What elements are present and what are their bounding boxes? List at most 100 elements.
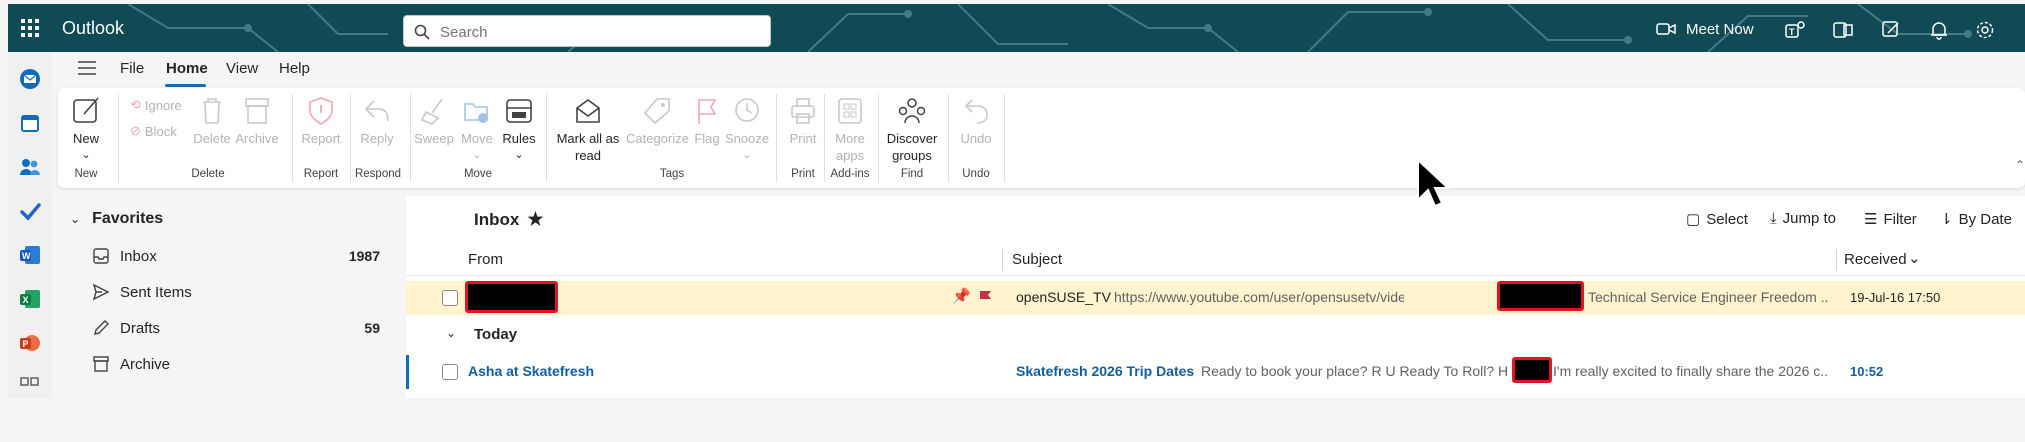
column-subject[interactable]: Subject — [1012, 251, 1062, 268]
folder-drafts[interactable]: Drafts 59 — [92, 315, 392, 341]
tab-view[interactable]: View — [226, 60, 258, 77]
people-icon[interactable] — [19, 156, 41, 178]
discover-groups-button[interactable]: Discover groups — [882, 96, 942, 164]
chevron-down-icon: ⌄ — [81, 149, 91, 161]
teams-icon[interactable]: T — [1784, 19, 1806, 41]
column-received[interactable]: Received — [1844, 251, 1907, 268]
app-name[interactable]: Outlook — [62, 18, 124, 39]
group-tags: Tags — [659, 168, 685, 180]
svg-text:W: W — [22, 251, 31, 261]
ignore-label: Ignore — [144, 97, 182, 113]
tab-help[interactable]: Help — [279, 60, 310, 77]
compose-icon — [73, 97, 99, 123]
filter-button[interactable]: ☰ Filter — [1864, 210, 1917, 229]
divider — [948, 94, 949, 182]
waffle-icon[interactable] — [20, 18, 40, 38]
message-row-pinned[interactable]: 📌 openSUSE_TV https://www.youtube.com/us… — [406, 281, 2025, 315]
search-box[interactable] — [403, 15, 771, 47]
today-label: Today — [474, 326, 518, 343]
group-undo: Undo — [962, 168, 990, 180]
pin-icon[interactable]: 📌 — [952, 287, 971, 305]
hamburger-icon[interactable] — [78, 61, 96, 75]
outlook-window: Outlook Meet Now T W X P File Home View … — [0, 0, 2025, 442]
categorize-button[interactable]: Categorize — [626, 96, 689, 147]
apps-icon[interactable] — [19, 376, 41, 392]
print-button[interactable]: Print — [780, 96, 826, 147]
jump-to-button[interactable]: ⤓ Jump to — [1770, 210, 1836, 227]
svg-text:T: T — [1789, 27, 1795, 37]
sort-icon: ⇂ — [1940, 211, 1953, 228]
message-sender: Asha at Skatefresh — [468, 363, 595, 379]
undo-button[interactable]: Undo — [954, 96, 998, 147]
word-icon[interactable]: W — [19, 244, 41, 266]
inbox-title: Inbox ★ — [474, 209, 543, 230]
report-button[interactable]: Report — [298, 96, 344, 147]
row-checkbox[interactable] — [442, 364, 458, 380]
tab-file[interactable]: File — [120, 60, 144, 77]
folder-inbox[interactable]: Inbox 1987 — [92, 243, 392, 269]
group-delete: Delete — [191, 168, 225, 180]
redacted-name — [1512, 357, 1552, 383]
column-divider[interactable] — [1002, 250, 1003, 270]
tab-home[interactable]: Home — [166, 60, 208, 77]
snooze-button[interactable]: Snooze ⌄ — [724, 96, 770, 164]
block-button[interactable]: ⊘ Block — [130, 123, 177, 139]
calendar-icon[interactable] — [19, 112, 41, 134]
column-from[interactable]: From — [468, 251, 503, 268]
star-icon[interactable]: ★ — [527, 209, 543, 230]
archive-button[interactable]: Archive — [234, 96, 280, 147]
mark-all-read-button[interactable]: Mark all as read — [552, 96, 624, 164]
delete-button[interactable]: Delete — [192, 96, 232, 147]
message-preview: Ready to book your place? R U Ready To R… — [1201, 363, 1507, 379]
clock-icon — [735, 98, 759, 122]
video-icon — [1656, 23, 1676, 35]
chevron-down-icon: ⌄ — [70, 212, 81, 226]
excel-icon[interactable]: X — [19, 288, 41, 310]
rules-button[interactable]: Rules ⌄ — [498, 96, 540, 164]
folder-pane: ⌄ Favorites Inbox 1987 Sent Items Drafts… — [58, 196, 404, 398]
mail-icon[interactable] — [19, 68, 41, 90]
favorites-label: Favorites — [92, 210, 164, 227]
archive-icon — [245, 98, 269, 124]
meet-now-label: Meet Now — [1686, 20, 1754, 38]
search-input[interactable] — [440, 20, 760, 44]
flag-button[interactable]: Flag — [690, 96, 724, 147]
row-checkbox[interactable] — [442, 290, 458, 306]
my-day-icon[interactable] — [1880, 19, 1902, 41]
block-icon: ⊘ — [130, 123, 141, 138]
more-apps-button[interactable]: More apps — [828, 96, 872, 164]
flag-icon[interactable] — [978, 290, 992, 306]
group-header-today[interactable]: ⌄ Today — [406, 316, 2025, 352]
app-rail: W X P — [8, 52, 52, 398]
group-report: Report — [303, 168, 339, 180]
ignore-button[interactable]: ⟲ Ignore — [130, 97, 182, 113]
svg-text:X: X — [23, 295, 29, 305]
move-button[interactable]: Move ⌄ — [456, 96, 498, 164]
folder-archive[interactable]: Archive — [92, 351, 392, 377]
message-received: 10:52 — [1850, 364, 1884, 379]
meet-now-button[interactable]: Meet Now — [1656, 14, 1754, 44]
new-mail-button[interactable]: New ⌄ — [66, 96, 106, 164]
onenote-icon[interactable] — [1832, 19, 1854, 41]
gear-icon[interactable] — [1974, 19, 1996, 41]
shield-icon — [309, 97, 333, 125]
reply-button[interactable]: Reply — [354, 96, 400, 147]
message-row[interactable]: Asha at Skatefresh Skatefresh 2026 Trip … — [406, 355, 2025, 389]
select-button[interactable]: ▢ Select — [1686, 210, 1748, 229]
collapse-ribbon-icon[interactable]: ⌃ — [2015, 158, 2025, 172]
bell-icon[interactable] — [1928, 19, 1950, 41]
sweep-button[interactable]: Sweep — [412, 96, 456, 147]
status-area — [0, 398, 2025, 442]
snooze-label: Snooze — [724, 131, 770, 146]
move-label: Move — [461, 131, 493, 146]
todo-icon[interactable] — [19, 200, 41, 222]
group-addins: Add-ins — [830, 168, 870, 180]
chevron-down-icon[interactable]: ⌄ — [1908, 249, 1921, 267]
folder-sent-items[interactable]: Sent Items — [92, 279, 392, 305]
column-divider[interactable] — [1836, 250, 1837, 270]
svg-text:P: P — [23, 339, 29, 349]
powerpoint-icon[interactable]: P — [19, 332, 41, 354]
favorites-header[interactable]: ⌄ Favorites — [70, 210, 163, 228]
envelope-open-icon — [576, 99, 600, 123]
sort-button[interactable]: ⇂ By Date — [1940, 210, 2012, 229]
